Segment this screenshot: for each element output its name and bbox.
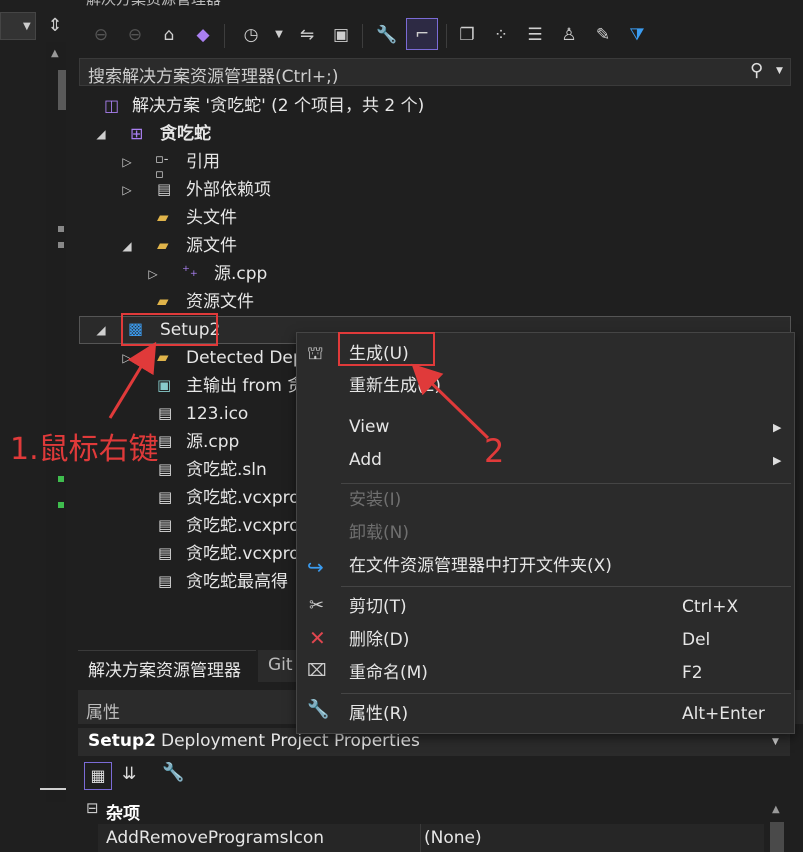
annotation-arrow-2 bbox=[411, 363, 490, 440]
annotation-arrows bbox=[108, 341, 490, 440]
annotation-arrow-1 bbox=[108, 341, 157, 419]
